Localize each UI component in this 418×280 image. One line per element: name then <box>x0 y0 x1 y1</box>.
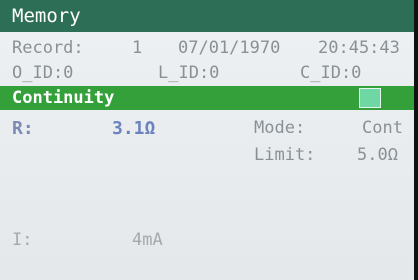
record-label: Record: <box>12 38 84 58</box>
limit-value: 5.0Ω <box>357 145 398 165</box>
screen-bezel <box>414 0 418 280</box>
current-label: I: <box>12 230 33 250</box>
l-id: L_ID:0 <box>158 63 220 83</box>
record-time: 20:45:43 <box>318 38 400 58</box>
status-indicator <box>359 88 381 108</box>
current-value: 4mA <box>132 230 163 250</box>
section-header: Continuity <box>0 86 418 110</box>
limit-label: Limit: <box>254 145 316 165</box>
memory-screen: Memory Record: 1 07/01/1970 20:45:43 O_I… <box>0 0 418 280</box>
resistance-value: 3.1Ω <box>112 118 156 139</box>
mode-label: Mode: <box>254 118 306 138</box>
record-date: 07/01/1970 <box>178 38 281 58</box>
page-title: Memory <box>0 0 418 32</box>
resistance-label: R: <box>12 118 34 139</box>
c-id: C_ID:0 <box>300 63 362 83</box>
o-id: O_ID:0 <box>12 63 74 83</box>
record-number: 1 <box>132 38 143 58</box>
mode-value: Cont <box>362 118 403 138</box>
